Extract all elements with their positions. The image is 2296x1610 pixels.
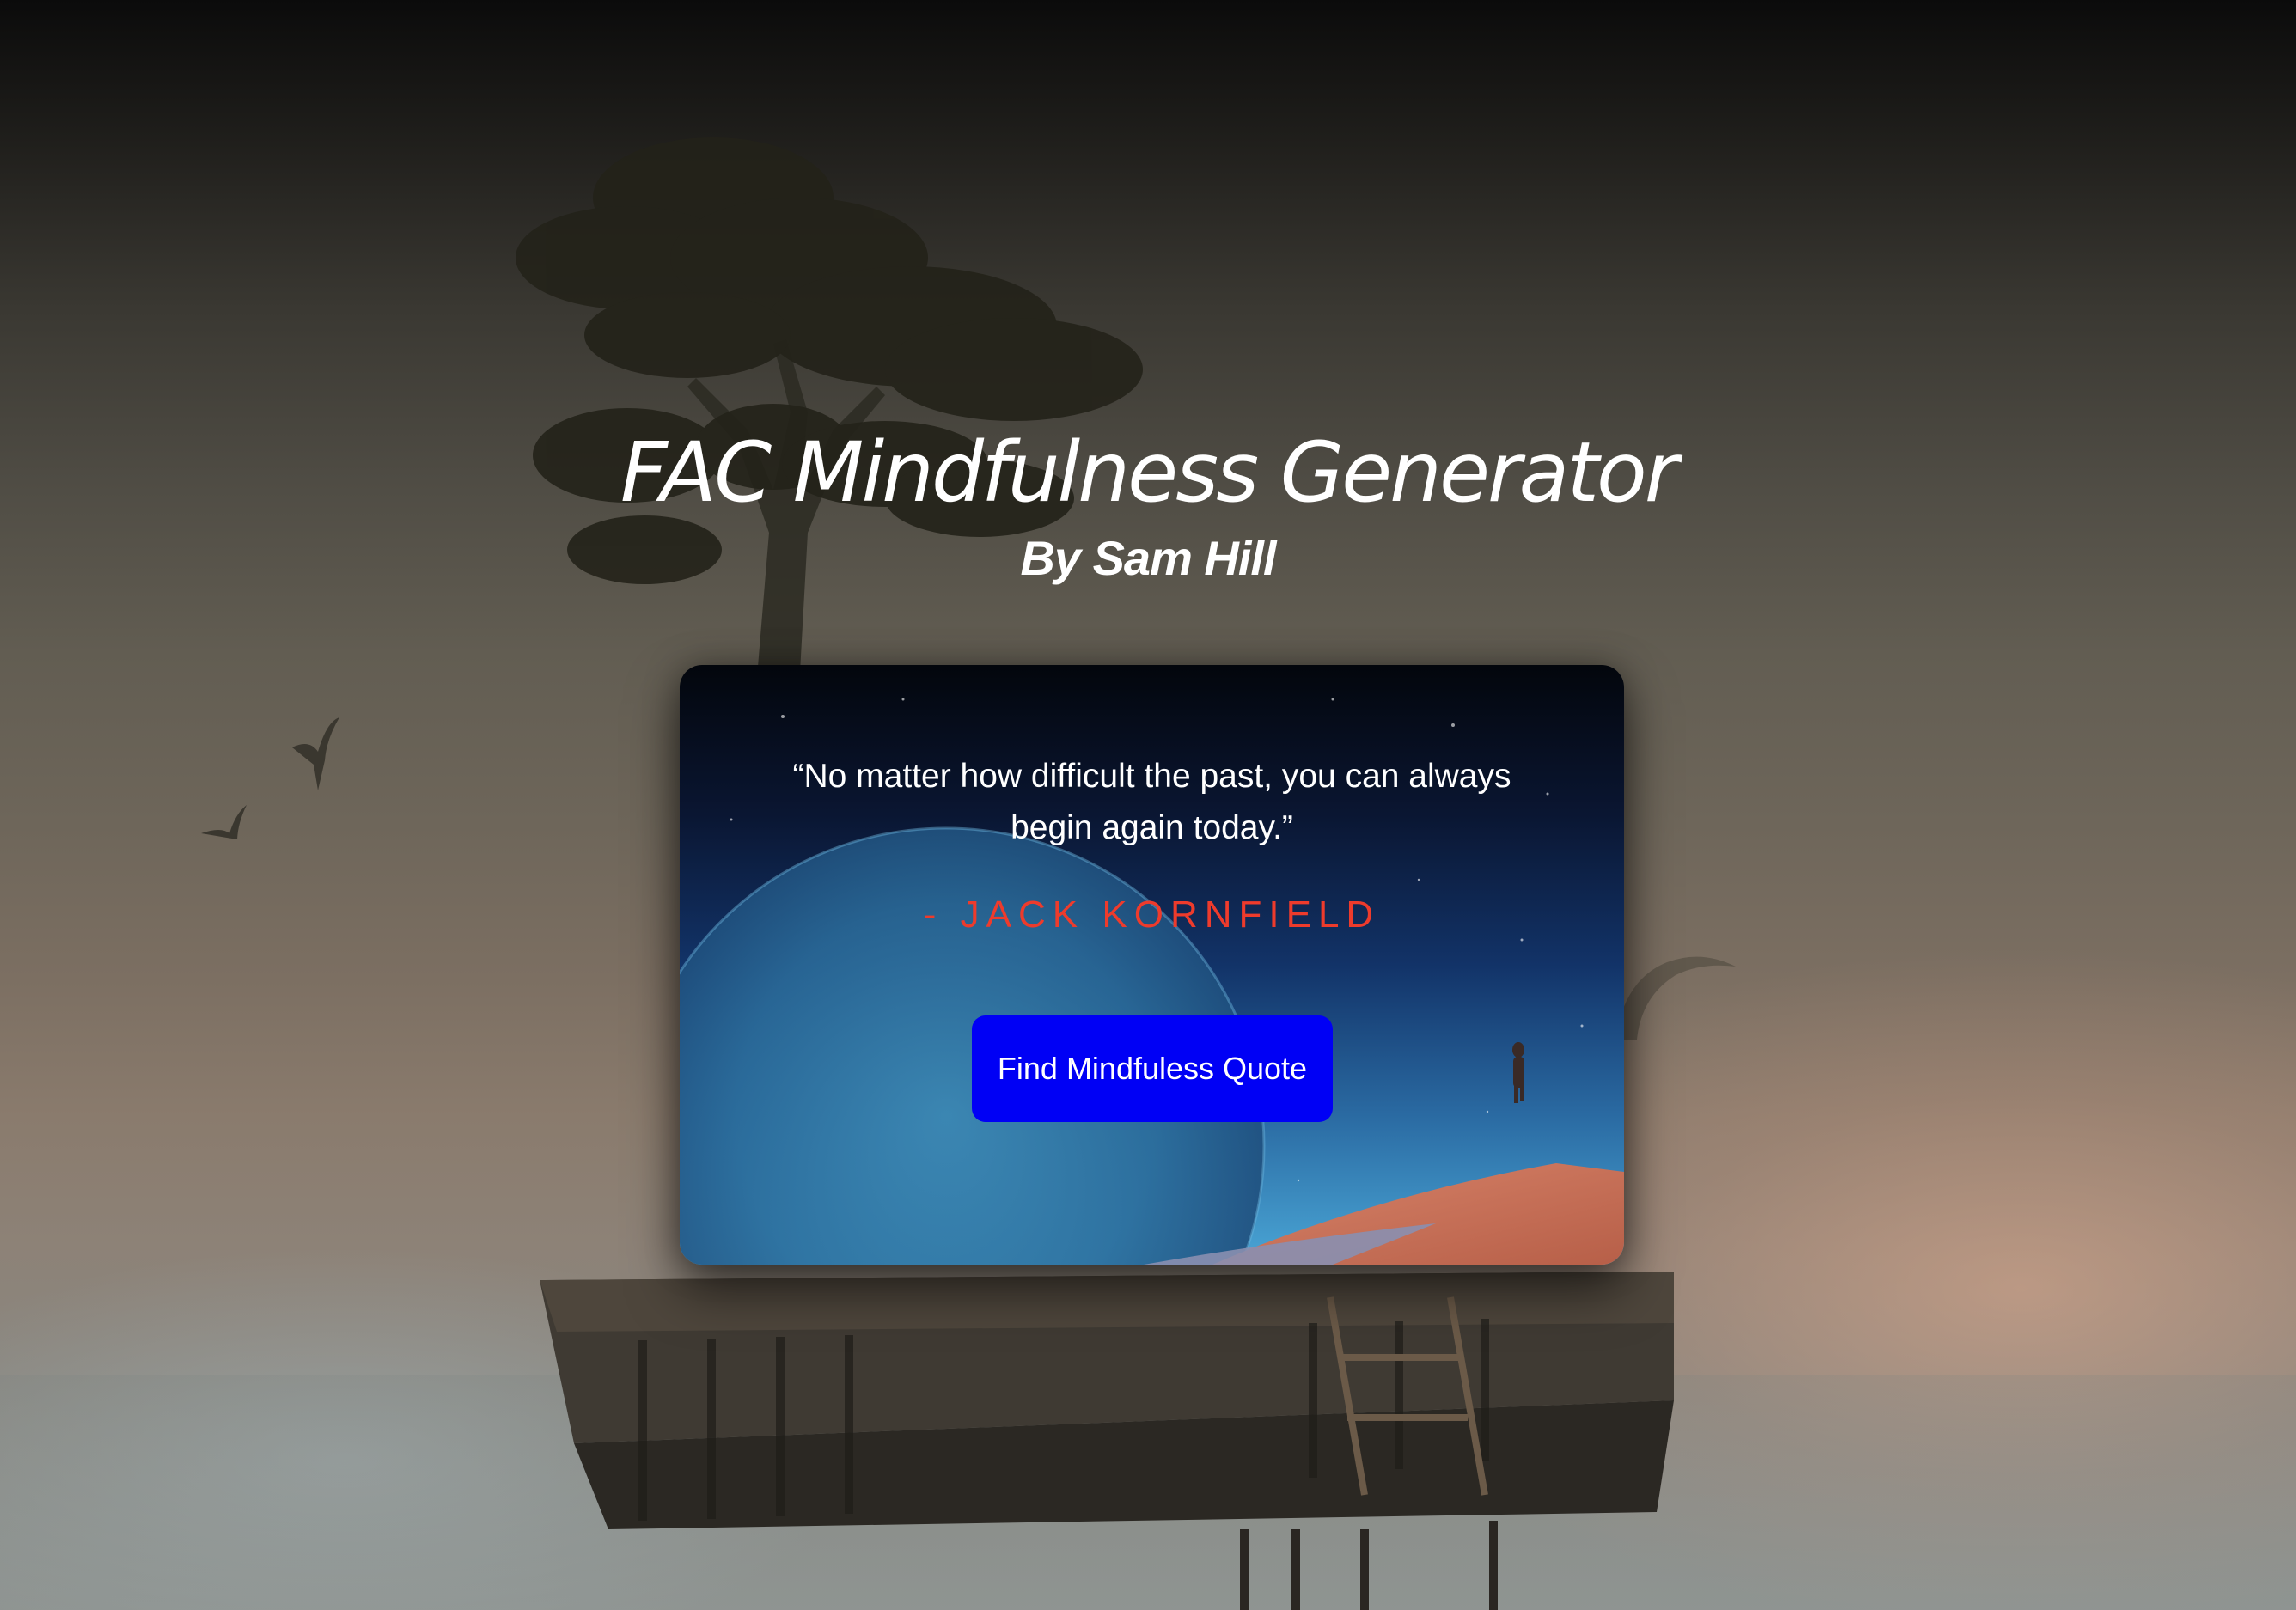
tree-illustration bbox=[516, 137, 1143, 687]
page-header: FAC Mindfulness Generator By Sam Hill bbox=[0, 421, 2296, 593]
heron-silhouette bbox=[1615, 956, 1736, 1040]
bird-icon bbox=[292, 717, 339, 790]
page-title: FAC Mindfulness Generator bbox=[620, 424, 1678, 521]
find-quote-button[interactable]: Find Mindfuless Quote bbox=[972, 1015, 1333, 1122]
quote-text: “No matter how difficult the past, you c… bbox=[792, 758, 1511, 846]
quote-card-content: “No matter how difficult the past, you c… bbox=[680, 665, 1624, 1265]
bird-icon bbox=[201, 805, 247, 839]
quote-card: “No matter how difficult the past, you c… bbox=[680, 665, 1624, 1265]
author-byline: By Sam Hill bbox=[1020, 531, 1276, 585]
quote-author: - Jack Kornfield bbox=[923, 893, 1381, 936]
dock-platform bbox=[540, 1272, 1674, 1610]
